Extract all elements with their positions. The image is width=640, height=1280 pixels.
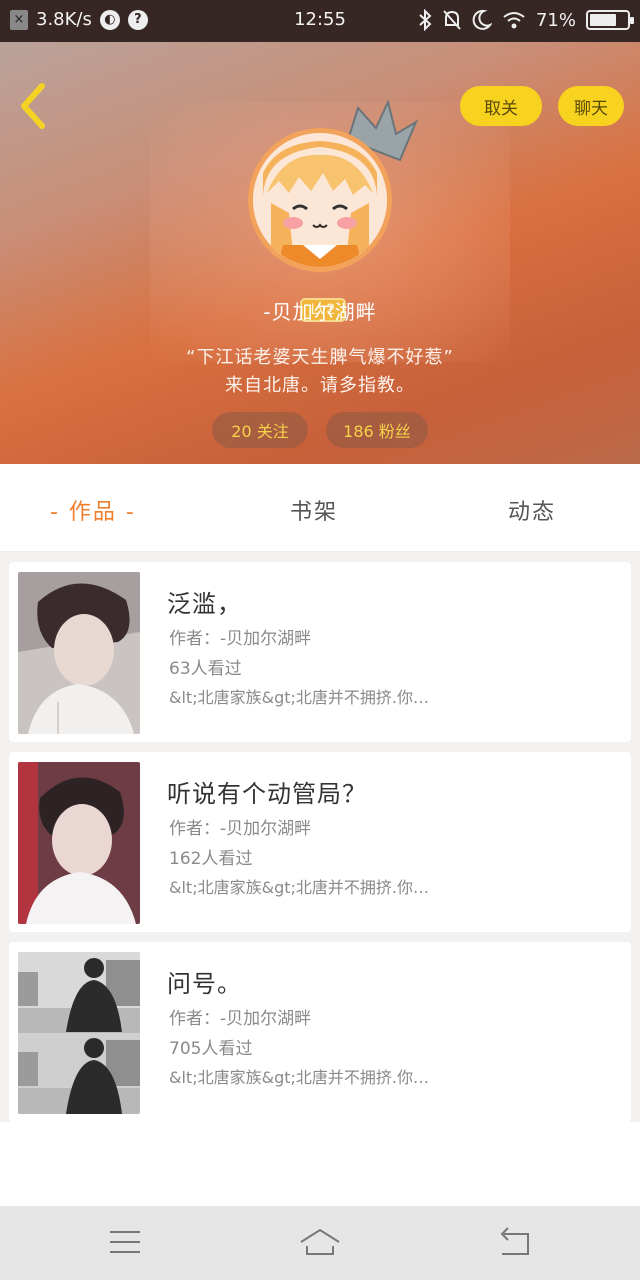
moon-icon — [472, 9, 492, 30]
home-icon — [300, 1228, 340, 1255]
book-title: 泛滥， — [167, 590, 242, 618]
bio-line-1: “下江话老婆天生脾气爆不好惹” — [186, 347, 454, 368]
return-button[interactable] — [492, 1222, 538, 1262]
book-description: &lt;北唐家族&gt;北唐并不拥挤.你… — [169, 1068, 429, 1087]
book-cover — [18, 762, 140, 924]
book-cover — [18, 572, 140, 734]
empty-area — [0, 1122, 640, 1206]
book-cover — [18, 952, 140, 1114]
back-button[interactable] — [14, 80, 58, 132]
avatar[interactable] — [248, 128, 392, 272]
battery-level — [590, 14, 616, 26]
status-right: 71% — [418, 9, 634, 31]
unfollow-button[interactable]: 取关 — [460, 86, 542, 126]
book-author: 作者：-贝加尔湖畔 — [169, 629, 312, 649]
book-author: 作者：-贝加尔湖畔 — [169, 1009, 312, 1029]
tab-works[interactable]: - 作品 - — [50, 494, 136, 526]
book-views: 63人看过 — [169, 659, 242, 679]
menu-icon — [110, 1231, 140, 1253]
home-button[interactable] — [297, 1222, 343, 1262]
profile-header: 取关 聊天 Lv2 -贝加尔湖畔 “下江话老婆天生脾气爆不好惹” 来自北唐。请多… — [0, 42, 640, 464]
book-author: 作者：-贝加尔湖畔 — [169, 819, 312, 839]
bio-line-2: 来自北唐。请多指教。 — [225, 375, 415, 396]
bluetooth-icon — [419, 9, 432, 31]
book-title: 问号。 — [167, 970, 242, 998]
mute-icon — [443, 10, 461, 30]
system-nav-bar — [0, 1206, 640, 1280]
fans-count-button[interactable]: 186 粉丝 — [326, 412, 428, 448]
back-arrow-icon — [21, 83, 45, 129]
book-title: 听说有个动管局？ — [167, 780, 367, 808]
book-description: &lt;北唐家族&gt;北唐并不拥挤.你… — [169, 688, 429, 707]
avatar-image — [253, 133, 387, 267]
tab-activity[interactable]: 动态 — [508, 494, 556, 526]
book-views: 162人看过 — [169, 849, 253, 869]
menu-button[interactable] — [102, 1222, 148, 1262]
works-list: 泛滥， 作者：-贝加尔湖畔 63人看过 &lt;北唐家族&gt;北唐并不拥挤.你… — [0, 552, 640, 1122]
return-icon — [500, 1227, 529, 1255]
avatar-wrap: Lv2 — [248, 100, 418, 322]
tab-bookshelf[interactable]: 书架 — [290, 494, 338, 526]
list-item[interactable]: 问号。 作者：-贝加尔湖畔 705人看过 &lt;北唐家族&gt;北唐并不拥挤.… — [9, 942, 631, 1122]
chat-button[interactable]: 聊天 — [558, 86, 624, 126]
book-description: &lt;北唐家族&gt;北唐并不拥挤.你… — [169, 878, 429, 897]
wifi-icon — [503, 12, 525, 29]
username: -贝加尔湖畔 — [263, 300, 377, 324]
bio: “下江话老婆天生脾气爆不好惹” 来自北唐。请多指教。 — [0, 344, 640, 400]
list-item[interactable]: 泛滥， 作者：-贝加尔湖畔 63人看过 &lt;北唐家族&gt;北唐并不拥挤.你… — [9, 562, 631, 742]
battery-icon — [586, 10, 634, 30]
battery-percent: 71% — [535, 9, 576, 31]
list-item[interactable]: 听说有个动管局？ 作者：-贝加尔湖畔 162人看过 &lt;北唐家族&gt;北唐… — [9, 752, 631, 932]
following-count-button[interactable]: 20 关注 — [212, 412, 308, 448]
status-bar: × 3.8K/s ◐ ? 12:55 71% — [0, 0, 640, 42]
tab-bar: - 作品 - 书架 动态 — [0, 464, 640, 552]
book-views: 705人看过 — [169, 1039, 253, 1059]
